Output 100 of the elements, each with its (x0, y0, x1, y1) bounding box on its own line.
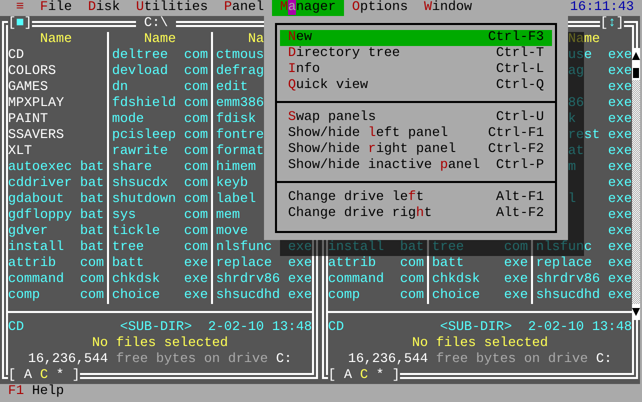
file-name[interactable]: autoexec (8, 160, 72, 176)
file-extension: exe (608, 288, 632, 304)
file-name[interactable]: comp (8, 288, 40, 304)
file-name[interactable]: himem (216, 160, 256, 176)
file-name[interactable]: fdisk (216, 112, 256, 128)
file-name[interactable]: chkdsk (432, 272, 480, 288)
menu-item[interactable]: Show/hide inactive panel Ctrl-P (280, 158, 552, 174)
file-extension: bat (80, 224, 104, 240)
resize-box[interactable]: [↕] (600, 16, 624, 32)
file-name[interactable]: keyb (216, 176, 248, 192)
file-name[interactable]: replace (536, 256, 592, 272)
file-name[interactable]: fdshield (112, 96, 176, 112)
file-name[interactable]: command (328, 272, 384, 288)
file-name[interactable]: gdabout (8, 192, 64, 208)
file-name[interactable]: XLT (8, 144, 32, 160)
menu-item[interactable]: Swap panels Ctrl-U (280, 110, 552, 126)
file-name[interactable]: CD (8, 48, 24, 64)
file-name[interactable]: install (8, 240, 64, 256)
file-name[interactable]: batt (432, 256, 464, 272)
file-name[interactable]: deltree (112, 48, 168, 64)
file-name[interactable]: gdver (8, 224, 48, 240)
close-box[interactable]: [■] (8, 16, 32, 32)
menu-bar-item[interactable]: Manager (272, 0, 344, 16)
file-name[interactable]: attrib (8, 256, 56, 272)
menu-bar-item[interactable]: Window (416, 0, 480, 16)
menu-item[interactable]: Show/hide right panel Ctrl-F2 (280, 142, 552, 158)
free-bytes: 16,236,544 (28, 352, 108, 368)
file-name[interactable]: cddriver (8, 176, 72, 192)
column-header[interactable]: Name (144, 32, 176, 48)
file-name[interactable]: attrib (328, 256, 376, 272)
file-name[interactable]: SSAVERS (8, 128, 64, 144)
file-extension: com (184, 192, 208, 208)
file-extension: exe (608, 272, 632, 288)
file-name[interactable]: command (8, 272, 64, 288)
file-name[interactable]: tickle (112, 224, 160, 240)
menu-bar-item[interactable]: File (32, 0, 80, 16)
file-name[interactable]: nlsfunc (216, 240, 272, 256)
menu-item[interactable]: Show/hide left panel Ctrl-F1 (280, 126, 552, 142)
file-name[interactable]: dn (112, 80, 128, 96)
menu-item[interactable]: Change drive right Alt-F2 (280, 206, 552, 222)
column-header[interactable]: Name (40, 32, 72, 48)
file-name[interactable]: MPXPLAY (8, 96, 64, 112)
file-name[interactable]: label (216, 192, 256, 208)
menu-bar-item[interactable]: ≡ (8, 0, 32, 16)
drive-button[interactable]: * (376, 368, 384, 384)
file-name[interactable]: shrdrv86 (536, 272, 600, 288)
file-name[interactable]: shutdown (112, 192, 176, 208)
column-header[interactable]: Na (248, 32, 264, 48)
drive-button[interactable]: C (40, 368, 48, 384)
drive-button[interactable]: C (360, 368, 368, 384)
file-name[interactable]: gdfloppy (8, 208, 72, 224)
drive-button[interactable]: A (344, 368, 352, 384)
file-name[interactable]: mode (112, 112, 144, 128)
file-name[interactable]: shrdrv86 (216, 272, 280, 288)
file-name[interactable]: shsucdx (112, 176, 168, 192)
menu-bar-item[interactable]: Disk (80, 0, 128, 16)
file-name[interactable]: sys (112, 208, 136, 224)
file-extension: exe (608, 160, 632, 176)
file-name[interactable]: PAINT (8, 112, 48, 128)
file-date: 2-02-10 (528, 320, 584, 336)
file-name[interactable]: replace (216, 256, 272, 272)
file-name[interactable]: edit (216, 80, 248, 96)
file-name[interactable]: batt (112, 256, 144, 272)
file-name[interactable]: format (216, 144, 264, 160)
file-name[interactable]: pcisleep (112, 128, 176, 144)
file-extension: com (184, 176, 208, 192)
menu-item[interactable]: New Ctrl-F3 (280, 30, 552, 46)
file-name[interactable]: comp (328, 288, 360, 304)
file-name[interactable]: mem (216, 208, 240, 224)
file-extension: exe (504, 288, 528, 304)
file-type: <SUB-DIR> (440, 320, 512, 336)
file-name[interactable]: emm386 (216, 96, 264, 112)
function-key[interactable]: F1 (8, 384, 24, 402)
menu-bar-item[interactable]: Utilities (128, 0, 216, 16)
file-name[interactable]: tree (112, 240, 144, 256)
menu-item[interactable]: Quick view Ctrl-Q (280, 78, 552, 94)
file-name[interactable]: devload (112, 64, 168, 80)
file-name[interactable]: ctmous (216, 48, 264, 64)
file-extension: exe (504, 256, 528, 272)
file-name[interactable]: defrag (216, 64, 264, 80)
drive-button[interactable]: A (24, 368, 32, 384)
file-name[interactable]: COLORS (8, 64, 56, 80)
partial-file-name[interactable]: rest (568, 128, 600, 144)
menu-item[interactable]: Change drive left Alt-F1 (280, 190, 552, 206)
file-name[interactable]: rawrite (112, 144, 168, 160)
file-name[interactable]: move (216, 224, 248, 240)
menu-item[interactable]: Directory tree Ctrl-T (280, 46, 552, 62)
file-name[interactable]: fontre (216, 128, 264, 144)
file-name[interactable]: chkdsk (112, 272, 160, 288)
menu-item[interactable]: Info Ctrl-L (280, 62, 552, 78)
scrollbar-drawing[interactable] (632, 48, 640, 320)
file-name[interactable]: choice (112, 288, 160, 304)
file-name[interactable]: share (112, 160, 152, 176)
file-name[interactable]: shsucdhd (536, 288, 600, 304)
file-name[interactable]: shsucdhd (216, 288, 280, 304)
file-name[interactable]: choice (432, 288, 480, 304)
menu-bar-item[interactable]: Options (344, 0, 416, 16)
menu-bar-item[interactable]: Panel (216, 0, 272, 16)
drive-button[interactable]: * (56, 368, 64, 384)
file-name[interactable]: GAMES (8, 80, 48, 96)
